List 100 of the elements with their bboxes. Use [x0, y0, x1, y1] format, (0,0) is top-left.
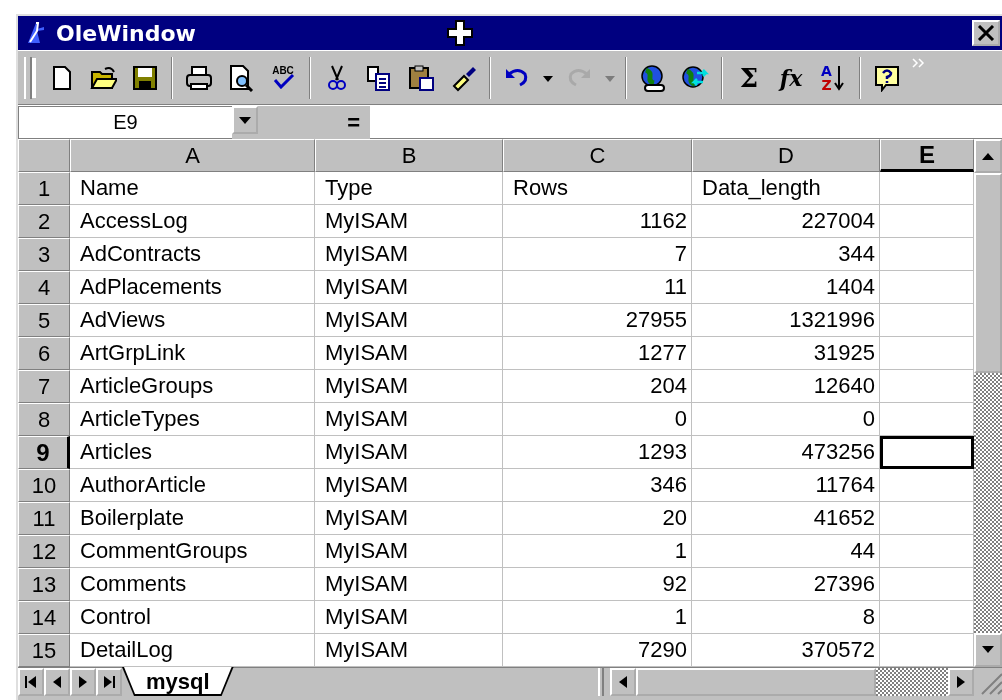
table-cell: 1	[503, 535, 692, 568]
table-cell: AdContracts	[70, 238, 315, 271]
table-cell: 1321996	[692, 304, 880, 337]
first-icon	[24, 675, 38, 689]
table-cell: AdViews	[70, 304, 315, 337]
cross-icon	[446, 19, 474, 47]
sort-button[interactable]: A Z	[815, 59, 851, 96]
last-icon	[102, 675, 116, 689]
table-cell: ArticleGroups	[70, 370, 315, 403]
row-header[interactable]: 13	[18, 568, 70, 601]
scroll-up-button[interactable]	[974, 139, 1002, 173]
table-cell: 12640	[692, 370, 880, 403]
table-cell: 41652	[692, 502, 880, 535]
table-cell: MyISAM	[315, 403, 503, 436]
row-header[interactable]: 12	[18, 535, 70, 568]
column-header[interactable]: C	[503, 139, 692, 172]
row-header[interactable]: 3	[18, 238, 70, 271]
column-header[interactable]: E	[880, 139, 974, 172]
table-cell: 1293	[503, 436, 692, 469]
column-header[interactable]: A	[70, 139, 315, 172]
table-cell: 344	[692, 238, 880, 271]
scroll-thumb[interactable]	[636, 668, 876, 696]
table-cell: MyISAM	[315, 568, 503, 601]
table-cell: 7	[503, 238, 692, 271]
row-header[interactable]: 15	[18, 634, 70, 667]
table-cell: Articles	[70, 436, 315, 469]
table-cell: MyISAM	[315, 337, 503, 370]
table-cell: MyISAM	[315, 238, 503, 271]
column-header[interactable]: B	[315, 139, 503, 172]
up-triangle-icon	[981, 151, 995, 161]
row-header[interactable]: 11	[18, 502, 70, 535]
row-header[interactable]: 8	[18, 403, 70, 436]
row-header[interactable]: 4	[18, 271, 70, 304]
close-button[interactable]	[972, 20, 1000, 46]
table-cell: MyISAM	[315, 601, 503, 634]
down-triangle-icon	[981, 645, 995, 655]
table-cell: 0	[503, 403, 692, 436]
table-cell: 44	[692, 535, 880, 568]
row-header[interactable]: 2	[18, 205, 70, 238]
row-header[interactable]: 6	[18, 337, 70, 370]
first-sheet-button[interactable]	[18, 668, 44, 696]
formula-field[interactable]	[370, 106, 1002, 139]
spell-check-button[interactable]: ABC	[265, 59, 301, 96]
table-cell: 1277	[503, 337, 692, 370]
scroll-down-button[interactable]	[974, 633, 1002, 667]
row-header[interactable]: 5	[18, 304, 70, 337]
table-cell: Type	[315, 172, 503, 205]
column-header[interactable]: D	[692, 139, 880, 172]
previous-sheet-button[interactable]	[44, 668, 70, 696]
table-cell: 204	[503, 370, 692, 403]
table-cell: 346	[503, 469, 692, 502]
scroll-left-button[interactable]	[610, 668, 636, 696]
table-cell: 7290	[503, 634, 692, 667]
row-header[interactable]: 9	[18, 436, 70, 469]
formula-button[interactable]: =	[345, 109, 362, 136]
table-cell: 92	[503, 568, 692, 601]
table-cell: MyISAM	[315, 304, 503, 337]
table-cell: 0	[692, 403, 880, 436]
row-header[interactable]: 10	[18, 469, 70, 502]
table-cell: 31925	[692, 337, 880, 370]
table-cell: 20	[503, 502, 692, 535]
sheet-tab[interactable]: mysql	[122, 667, 234, 696]
active-cell[interactable]	[880, 436, 974, 469]
table-cell: 473256	[692, 436, 880, 469]
next-sheet-button[interactable]	[70, 668, 96, 696]
table-cell: Name	[70, 172, 315, 205]
table-cell: 1162	[503, 205, 692, 238]
table-cell: 370572	[692, 634, 880, 667]
row-header[interactable]: 1	[18, 172, 70, 205]
table-cell: Data_length	[692, 172, 880, 205]
down-arrow-icon	[832, 63, 845, 92]
table-cell: MyISAM	[315, 205, 503, 238]
table-cell: 11764	[692, 469, 880, 502]
dropdown-button[interactable]	[232, 106, 258, 134]
select-all-corner[interactable]	[18, 139, 70, 172]
table-cell: 11	[503, 271, 692, 304]
table-cell: Comments	[70, 568, 315, 601]
check-mark-icon	[271, 73, 295, 89]
vertical-scrollbar[interactable]	[974, 139, 1002, 667]
table-cell: AuthorArticle	[70, 469, 315, 502]
autosum-button[interactable]: Σ	[731, 59, 767, 96]
name-box[interactable]: E9	[18, 106, 232, 139]
row-header[interactable]: 7	[18, 370, 70, 403]
scroll-thumb[interactable]	[974, 173, 1002, 373]
table-cell: MyISAM	[315, 469, 503, 502]
table-cell: ArticleTypes	[70, 403, 315, 436]
function-button[interactable]: fx	[773, 59, 809, 96]
table-cell: Boilerplate	[70, 502, 315, 535]
table-cell: MyISAM	[315, 535, 503, 568]
table-cell: 27955	[503, 304, 692, 337]
table-cell: 27396	[692, 568, 880, 601]
table-cell: MyISAM	[315, 436, 503, 469]
split-handle[interactable]	[598, 668, 604, 696]
table-cell: Control	[70, 601, 315, 634]
horizontal-scrollbar[interactable]	[610, 668, 974, 696]
scroll-right-button[interactable]	[948, 668, 974, 696]
row-header[interactable]: 14	[18, 601, 70, 634]
table-cell: MyISAM	[315, 634, 503, 667]
last-sheet-button[interactable]	[96, 668, 122, 696]
close-icon	[977, 25, 995, 41]
